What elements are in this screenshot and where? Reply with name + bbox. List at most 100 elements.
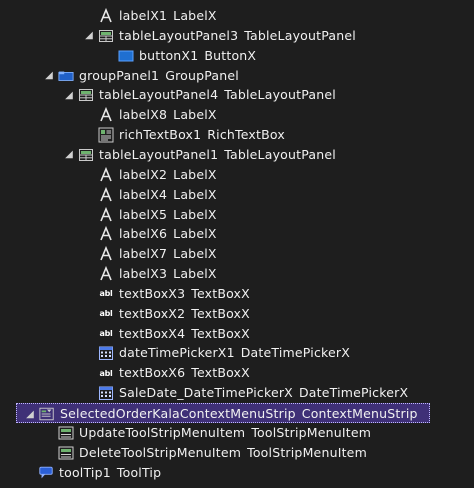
- tree-node-label: labelX1 LabelX: [119, 6, 217, 26]
- textbox-icon: abl: [99, 329, 113, 339]
- tree-node[interactable]: labelX8 LabelX: [0, 105, 474, 125]
- date-time-picker-icon: [98, 383, 114, 403]
- tree-node[interactable]: ◢ tableLayoutPanel4 TableLayoutPanel: [0, 85, 474, 105]
- node-type: LabelX: [173, 107, 217, 123]
- node-name: labelX5: [119, 206, 168, 222]
- tree-node[interactable]: DeleteToolStripMenuItem ToolStripMenuItem: [0, 443, 474, 463]
- collapse-arrow-icon[interactable]: ◢: [63, 85, 75, 105]
- tree-node[interactable]: dateTimePickerX1 DateTimePickerX: [0, 343, 474, 363]
- node-name: richTextBox1: [119, 127, 202, 143]
- labelx-icon: [98, 244, 114, 264]
- node-type: LabelX: [173, 8, 217, 23]
- tree-node-label: groupPanel1 GroupPanel: [79, 66, 239, 86]
- tree-node[interactable]: labelX3 LabelX: [0, 264, 474, 284]
- tree-node[interactable]: abl textBoxX3 TextBoxX: [0, 284, 474, 304]
- group-panel-icon: [58, 66, 74, 86]
- textbox-icon: abl: [99, 289, 113, 299]
- tree-node[interactable]: SaleDate_DateTimePickerX DateTimePickerX: [0, 383, 474, 403]
- tree-node-label: SaleDate_DateTimePickerX DateTimePickerX: [119, 383, 408, 403]
- tree-node[interactable]: ◢ tableLayoutPanel1 TableLayoutPanel: [0, 145, 474, 165]
- tree-node[interactable]: ◢ tableLayoutPanel3 TableLayoutPanel: [0, 26, 474, 46]
- tree-node-label: tableLayoutPanel4 TableLayoutPanel: [99, 85, 336, 105]
- labelx-icon: [98, 165, 114, 185]
- node-type: LabelX: [173, 226, 217, 242]
- collapse-arrow-icon[interactable]: ◢: [43, 66, 55, 86]
- node-type: LabelX: [173, 186, 217, 202]
- node-type: LabelX: [173, 266, 217, 282]
- node-type: DateTimePickerX: [298, 385, 409, 401]
- node-name: labelX2: [119, 166, 168, 182]
- node-type: TableLayoutPanel: [224, 87, 336, 103]
- node-name: textBoxX2: [119, 305, 186, 321]
- tree-node[interactable]: labelX2 LabelX: [0, 165, 474, 185]
- tree-node-label: tableLayoutPanel1 TableLayoutPanel: [99, 145, 336, 165]
- node-type: ToolStripMenuItem: [251, 424, 372, 440]
- tree-node-label: richTextBox1 RichTextBox: [119, 125, 285, 145]
- node-type: RichTextBox: [207, 127, 285, 143]
- labelx-icon: [98, 185, 114, 205]
- tree-node-label: labelX5 LabelX: [119, 205, 217, 225]
- button-icon: [118, 46, 134, 66]
- node-name: textBoxX3: [119, 285, 186, 301]
- tree-node-label: textBoxX4 TextBoxX: [119, 324, 250, 344]
- tree-node[interactable]: abl textBoxX2 TextBoxX: [0, 304, 474, 324]
- node-type: ContextMenuStrip: [301, 406, 418, 421]
- tree-node-label: labelX3 LabelX: [119, 264, 217, 284]
- tree-node[interactable]: ◢ groupPanel1 GroupPanel: [0, 66, 474, 86]
- tree-node[interactable]: toolTip1 ToolTip: [0, 463, 474, 483]
- tree-node[interactable]: labelX1 LabelX: [0, 6, 474, 26]
- node-type: TextBoxX: [191, 365, 250, 381]
- table-layout-panel-icon: [98, 26, 114, 46]
- node-name: textBoxX4: [119, 325, 186, 341]
- tree-node[interactable]: buttonX1 ButtonX: [0, 46, 474, 66]
- labelx-icon: [98, 6, 114, 26]
- context-menu-strip-icon: [39, 404, 55, 424]
- tree-node[interactable]: ◢ SelectedOrderKalaContextMenuStrip Contex…: [16, 403, 430, 423]
- collapse-arrow-icon[interactable]: ◢: [24, 404, 36, 424]
- tree-node[interactable]: UpdateToolStripMenuItem ToolStripMenuItem: [0, 423, 474, 443]
- node-name: DeleteToolStripMenuItem: [79, 444, 242, 460]
- tree-node[interactable]: labelX5 LabelX: [0, 205, 474, 225]
- node-type: TextBoxX: [191, 285, 250, 301]
- tree-node-label: SelectedOrderKalaContextMenuStrip Context…: [60, 404, 418, 424]
- tree-node[interactable]: abl textBoxX4 TextBoxX: [0, 324, 474, 344]
- tree-node-label: UpdateToolStripMenuItem ToolStripMenuItem: [79, 423, 371, 443]
- collapse-arrow-icon[interactable]: ◢: [83, 26, 95, 46]
- node-type: DateTimePickerX: [240, 345, 350, 361]
- labelx-icon: [98, 264, 114, 284]
- tree-node-label: textBoxX3 TextBoxX: [119, 284, 250, 304]
- tree-node-label: labelX7 LabelX: [119, 244, 217, 264]
- tree-node[interactable]: richTextBox1 RichTextBox: [0, 125, 474, 145]
- tree-node-label: buttonX1 ButtonX: [139, 46, 256, 66]
- tree-node-label: DeleteToolStripMenuItem ToolStripMenuItem: [79, 443, 367, 463]
- tree-node-label: textBoxX2 TextBoxX: [119, 304, 250, 324]
- document-outline-tree: labelX1 LabelX ◢ tableLayoutPanel3 TableLayo…: [0, 0, 474, 488]
- tree-node[interactable]: labelX6 LabelX: [0, 224, 474, 244]
- tree-node-label: toolTip1 ToolTip: [59, 463, 161, 483]
- node-type: TextBoxX: [191, 305, 250, 321]
- rich-text-box-icon: [98, 125, 114, 145]
- node-name: dateTimePickerX1: [119, 345, 235, 361]
- node-name: labelX1: [119, 8, 168, 23]
- node-type: LabelX: [173, 246, 217, 262]
- tree-node[interactable]: labelX7 LabelX: [0, 244, 474, 264]
- textbox-icon: abl: [99, 368, 113, 378]
- node-type: TextBoxX: [191, 325, 250, 341]
- collapse-arrow-icon[interactable]: ◢: [63, 145, 75, 165]
- tool-strip-menu-item-icon: [58, 423, 74, 443]
- tree-node-label: dateTimePickerX1 DateTimePickerX: [119, 343, 350, 363]
- tree-node[interactable]: labelX4 LabelX: [0, 185, 474, 205]
- node-name: SaleDate_DateTimePickerX: [119, 385, 293, 401]
- node-name: groupPanel1: [79, 67, 160, 83]
- tree-node[interactable]: abl textBoxX6 TextBoxX: [0, 363, 474, 383]
- node-name: labelX6: [119, 226, 168, 242]
- tree-node-label: labelX8 LabelX: [119, 105, 217, 125]
- node-name: textBoxX6: [119, 365, 186, 381]
- node-type: LabelX: [173, 206, 217, 222]
- textbox-icon: abl: [99, 309, 113, 319]
- node-name: tableLayoutPanel1: [99, 146, 219, 162]
- date-time-picker-icon: [98, 343, 114, 363]
- node-type: ToolStripMenuItem: [247, 444, 367, 460]
- tree-node-label: labelX4 LabelX: [119, 185, 217, 205]
- node-type: LabelX: [173, 166, 217, 182]
